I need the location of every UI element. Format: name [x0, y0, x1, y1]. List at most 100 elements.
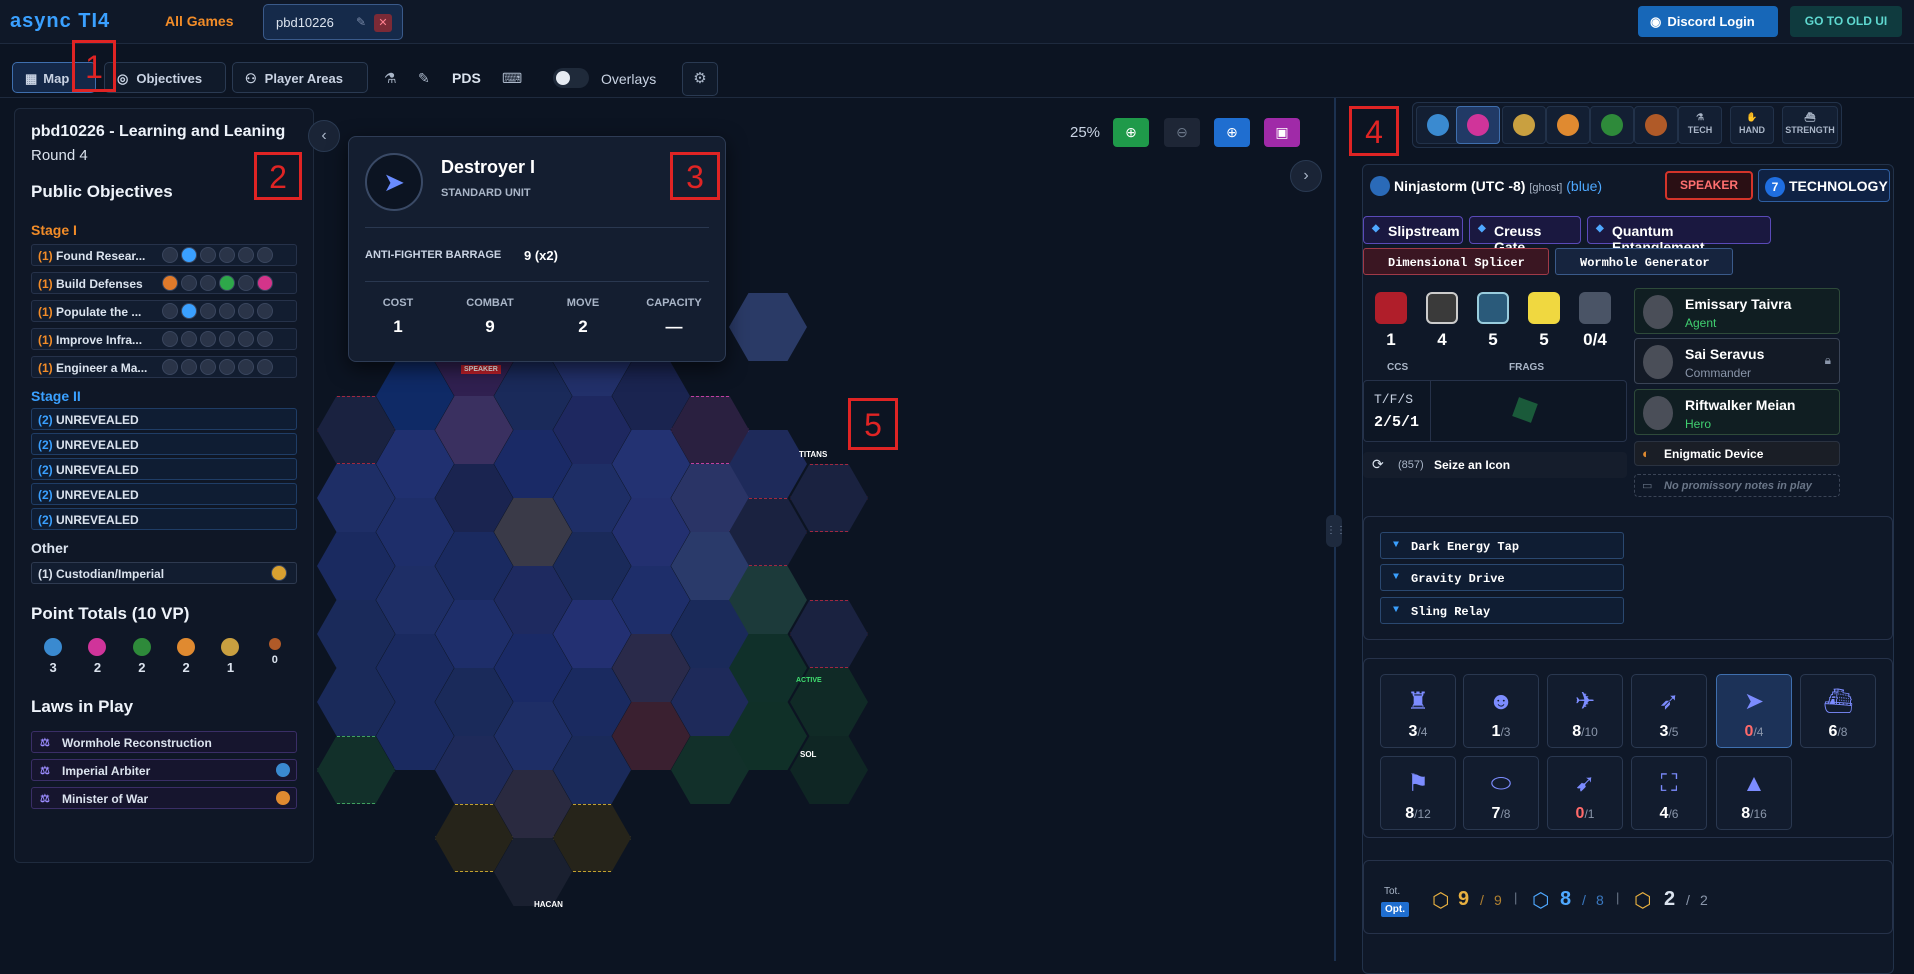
map-hex[interactable]: [790, 464, 868, 532]
objective-row[interactable]: (2) UNREVEALED: [31, 433, 297, 455]
tab-player-areas[interactable]: ⚇ Player Areas: [232, 62, 368, 93]
stat-value: 9: [485, 317, 495, 336]
pds-button[interactable]: PDS: [452, 70, 481, 86]
unit-card[interactable]: ✈ 8/10: [1547, 674, 1623, 748]
law-row[interactable]: ⚖ Minister of War: [31, 787, 297, 809]
zoom-out-icon[interactable]: ⊖: [1164, 118, 1200, 147]
law-row[interactable]: ⚖ Imperial Arbiter: [31, 759, 297, 781]
unit-card[interactable]: ➶ 3/5: [1631, 674, 1707, 748]
law-label: Wormhole Reconstruction: [62, 736, 212, 750]
spacedock-icon: ⛶: [1660, 770, 1678, 797]
zoom-in-icon[interactable]: ⊕: [1113, 118, 1149, 147]
opt-badge[interactable]: Opt.: [1381, 902, 1409, 917]
game-tab[interactable]: pbd10226 ✎ ✕: [263, 4, 403, 40]
tech-card[interactable]: Dark Energy Tap: [1380, 532, 1624, 559]
map-hex[interactable]: [729, 293, 807, 361]
ability-pill[interactable]: Quantum Entanglement: [1587, 216, 1771, 255]
leader-agent[interactable]: Emissary Taivra Agent: [1634, 288, 1840, 334]
ability-pill[interactable]: Creuss Gate: [1469, 216, 1581, 255]
creuss-icon: [276, 763, 290, 777]
objective-label: Found Resear...: [56, 249, 146, 263]
faction-tab[interactable]: [1456, 106, 1500, 144]
screen-icon[interactable]: ▣: [1264, 118, 1300, 147]
overlays-toggle[interactable]: [553, 68, 589, 88]
map-hex[interactable]: [790, 600, 868, 668]
tech-tab[interactable]: ⚗ TECH: [1678, 106, 1722, 144]
objective-row[interactable]: (2) UNREVEALED: [31, 458, 297, 480]
faction-tab[interactable]: [1546, 106, 1590, 144]
leader-commander[interactable]: Sai Seravus Commander 🔒︎: [1634, 338, 1840, 384]
flask-icon[interactable]: ⚗: [384, 70, 397, 87]
objective-row[interactable]: (1) Engineer a Ma...: [31, 356, 297, 378]
unit-card[interactable]: ⚑ 8/12: [1380, 756, 1456, 830]
map-hex[interactable]: [790, 736, 868, 804]
unit-count: 4/6: [1632, 805, 1706, 823]
pds-icon: ⚑: [1407, 770, 1429, 797]
relic-card[interactable]: Dimensional Splicer: [1363, 248, 1549, 275]
expand-panel-button[interactable]: ›: [1290, 160, 1322, 192]
faction-icon: [276, 791, 290, 805]
ruler-icon[interactable]: ✎: [418, 70, 430, 87]
tab-map-label: Map: [43, 71, 70, 86]
old-ui-button[interactable]: GO TO OLD UI: [1790, 6, 1902, 37]
unit-max: /5: [1668, 725, 1679, 739]
hex-label-titans: TITANS: [799, 450, 828, 459]
infantry-icon: ☻: [1488, 688, 1514, 715]
faction-tab[interactable]: [1416, 106, 1460, 144]
objective-row[interactable]: (1) Build Defenses: [31, 272, 297, 294]
law-label: Imperial Arbiter: [62, 764, 151, 778]
close-icon[interactable]: ✕: [374, 14, 392, 32]
settings-gear-icon[interactable]: ⚙: [682, 62, 718, 96]
faction-tab[interactable]: [1634, 106, 1678, 144]
leader-hero[interactable]: Riftwalker Meian Hero: [1634, 389, 1840, 435]
unit-card[interactable]: ⛶ 4/6: [1631, 756, 1707, 830]
keyboard-icon[interactable]: ⌨: [502, 70, 522, 87]
pencil-icon[interactable]: ✎: [356, 15, 366, 29]
objective-label: UNREVEALED: [56, 513, 139, 527]
objective-points: (1): [38, 333, 53, 347]
unit-card[interactable]: ⬭ 7/8: [1463, 756, 1539, 830]
unit-card[interactable]: ⛴ 6/8: [1800, 674, 1876, 748]
strength-tab[interactable]: ⛴ STRENGTH: [1782, 106, 1838, 144]
app-logo[interactable]: async TI4: [10, 10, 110, 33]
player-points: 1: [208, 638, 252, 675]
objective-row[interactable]: (1) Found Resear...: [31, 244, 297, 266]
relic-card[interactable]: Wormhole Generator: [1555, 248, 1733, 275]
objective-label: Custodian/Imperial: [56, 567, 165, 581]
objectives-panel: pbd10226 - Learning and Leaning Round 4 …: [14, 108, 314, 863]
unit-count: 1/3: [1464, 723, 1538, 741]
law-row[interactable]: ⚖ Wormhole Reconstruction: [31, 731, 297, 753]
objective-row[interactable]: (2) UNREVEALED: [31, 483, 297, 505]
unit-card[interactable]: ☻ 1/3: [1463, 674, 1539, 748]
hex-token-icon: [1579, 292, 1611, 324]
scales-icon: ⚖: [40, 737, 50, 749]
all-games-link[interactable]: All Games: [165, 13, 233, 29]
objective-row[interactable]: (2) UNREVEALED: [31, 408, 297, 430]
objective-row[interactable]: (1) Custodian/Imperial: [31, 562, 297, 584]
tech-card[interactable]: Sling Relay: [1380, 597, 1624, 624]
unit-card[interactable]: ➤ 0/4: [1716, 674, 1792, 748]
unit-card[interactable]: ➹ 0/1: [1547, 756, 1623, 830]
faction-tab[interactable]: [1502, 106, 1546, 144]
objective-row[interactable]: (1) Improve Infra...: [31, 328, 297, 350]
unit-count: 0/1: [1548, 805, 1622, 823]
tech-tab-label: TECH: [1687, 125, 1713, 135]
stat-label: CAPACITY: [646, 297, 702, 309]
unit-max: /4: [1417, 725, 1428, 739]
drag-handle[interactable]: ⋮⋮: [1326, 515, 1346, 547]
unit-card[interactable]: ♜ 3/4: [1380, 674, 1456, 748]
users-icon: ⚇: [245, 71, 257, 86]
objective-row[interactable]: (1) Populate the ...: [31, 300, 297, 322]
objective-row[interactable]: (2) UNREVEALED: [31, 508, 297, 530]
tech-card[interactable]: Gravity Drive: [1380, 564, 1624, 591]
leader-name: Emissary Taivra: [1685, 296, 1792, 312]
hand-tab[interactable]: ✋ HAND: [1730, 106, 1774, 144]
unit-card[interactable]: ▲ 8/16: [1716, 756, 1792, 830]
avatar: [1643, 345, 1673, 379]
tab-objectives[interactable]: ◎ Objectives: [104, 62, 226, 93]
faction-tab[interactable]: [1590, 106, 1634, 144]
ability-pill[interactable]: Slipstream: [1363, 216, 1463, 244]
discord-login-button[interactable]: ◉ Discord Login: [1638, 6, 1778, 37]
objective-label: Populate the ...: [56, 305, 142, 319]
zoom-fit-icon[interactable]: ⊕: [1214, 118, 1250, 147]
